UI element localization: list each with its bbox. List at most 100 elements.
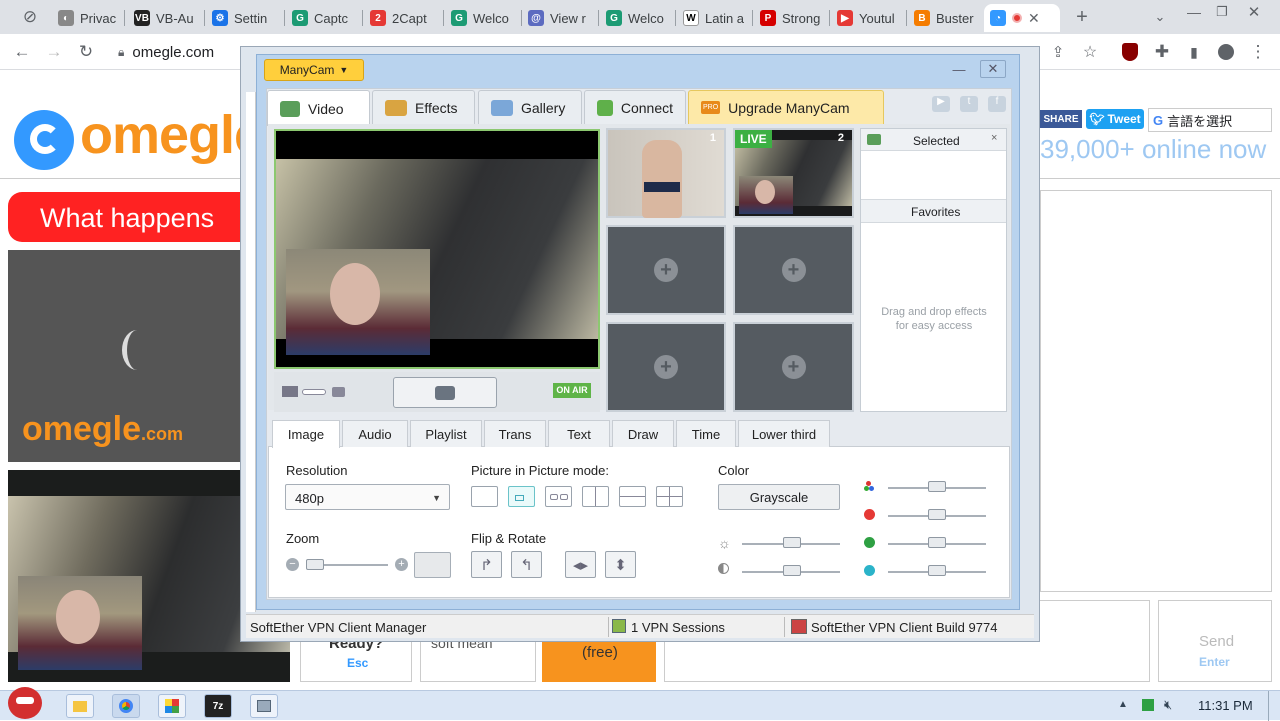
zoom-value-box[interactable]	[414, 552, 451, 578]
share-button[interactable]: SHARE	[1040, 110, 1082, 128]
subtab-time[interactable]: Time	[676, 420, 736, 447]
close-tab-icon[interactable]: ✕	[1028, 10, 1040, 27]
source-slot-2[interactable]: LIVE 2	[733, 128, 854, 218]
pip-corner-button[interactable]	[508, 486, 535, 507]
empty-source-slot[interactable]: +	[733, 225, 854, 315]
tab-captcha[interactable]: G Captc	[286, 4, 360, 32]
ublock-extension-icon[interactable]	[1118, 40, 1142, 64]
send-button[interactable]: Send Enter	[1158, 600, 1272, 682]
mode-toggle[interactable]	[302, 389, 326, 395]
forward-arrow-icon[interactable]: →	[42, 40, 66, 64]
search-tabs-icon[interactable]: ⊘	[18, 5, 42, 29]
empty-source-slot[interactable]: +	[606, 225, 726, 315]
twitter-share-icon[interactable]: t	[960, 96, 978, 112]
share-icon[interactable]: ⇪	[1046, 40, 1070, 64]
zoom-in-icon[interactable]: +	[395, 558, 408, 571]
grayscale-button[interactable]: Grayscale	[718, 484, 840, 510]
show-desktop-button[interactable]	[1268, 691, 1280, 721]
tab-welcome-1[interactable]: G Welco	[445, 4, 519, 32]
tab-search-chevron-icon[interactable]: ⌄	[1148, 5, 1172, 29]
pip-quad-button[interactable]	[656, 486, 683, 507]
saturation-knob[interactable]	[928, 481, 946, 492]
tray-chevron-icon[interactable]: ▲	[1118, 699, 1128, 710]
omegle-banner: What happens	[8, 192, 244, 242]
subtab-image[interactable]: Image	[272, 420, 340, 448]
side-panel-icon[interactable]: ▮	[1182, 40, 1206, 64]
extensions-puzzle-icon[interactable]: ✚	[1150, 40, 1174, 64]
manycam-menu-button[interactable]: ManyCam ▼	[264, 59, 364, 81]
chrome-taskbar-icon[interactable]	[112, 694, 140, 718]
contrast-knob[interactable]	[783, 565, 801, 576]
facebook-share-icon[interactable]: f	[988, 96, 1006, 112]
tweet-button[interactable]: 🐦︎ Tweet	[1086, 109, 1144, 129]
red-knob[interactable]	[928, 509, 946, 520]
tab-video[interactable]: Video	[267, 90, 370, 126]
subtab-lower-third[interactable]: Lower third	[738, 420, 830, 447]
color-label: Color	[718, 463, 750, 478]
rotate-right-button[interactable]: ↱	[471, 551, 502, 578]
close-window-button[interactable]: ✕	[1242, 0, 1266, 24]
tab-gallery[interactable]: Gallery	[478, 90, 582, 124]
zoom-out-icon[interactable]: −	[286, 558, 299, 571]
subtab-audio[interactable]: Audio	[342, 420, 408, 447]
green-knob[interactable]	[928, 537, 946, 548]
subtab-trans[interactable]: Trans	[484, 420, 546, 447]
brightness-knob[interactable]	[783, 537, 801, 548]
tab-view[interactable]: @ View r	[522, 4, 596, 32]
video-camera-icon[interactable]	[282, 386, 298, 397]
volume-muted-icon[interactable]: 🔇︎	[1164, 697, 1172, 713]
subtab-playlist[interactable]: Playlist	[410, 420, 482, 447]
menu-kebab-icon[interactable]: ⋮	[1246, 40, 1270, 64]
flip-vertical-button[interactable]: ⬍	[605, 551, 636, 578]
tab-2captcha[interactable]: 2 2Capt	[364, 4, 442, 32]
tab-omegle[interactable]: ◔ ✕	[984, 4, 1060, 32]
tab-connect[interactable]: Connect	[584, 90, 686, 124]
pip-none-button[interactable]	[471, 486, 498, 507]
start-button-angry-bird-icon[interactable]	[8, 687, 42, 719]
manycam-close-button[interactable]: ✕	[980, 60, 1006, 78]
tab-youtube[interactable]: ▶ Youtul	[831, 4, 905, 32]
pip-vertical-split-button[interactable]	[582, 486, 609, 507]
bookmark-star-icon[interactable]: ☆	[1078, 40, 1102, 64]
tray-vpn-icon[interactable]	[1142, 699, 1154, 711]
file-explorer-icon[interactable]	[66, 694, 94, 718]
new-tab-button[interactable]: +	[1070, 5, 1094, 29]
lock-icon: 🔒︎	[118, 44, 125, 59]
tab-settings[interactable]: ⚙ Settin	[206, 4, 282, 32]
reload-icon[interactable]: ↻	[74, 40, 98, 64]
rotate-left-button[interactable]: ↰	[511, 551, 542, 578]
tab-effects[interactable]: Effects	[372, 90, 475, 124]
tab-privacy[interactable]: ◐ Privac	[52, 4, 122, 32]
zoom-slider-knob[interactable]	[306, 559, 324, 570]
pip-side-by-side-button[interactable]	[545, 486, 572, 507]
photo-camera-icon[interactable]	[332, 387, 345, 397]
tab-strong[interactable]: P Strong	[754, 4, 828, 32]
snapshot-button[interactable]	[393, 377, 497, 408]
pip-horizontal-split-button[interactable]	[619, 486, 646, 507]
subtab-text[interactable]: Text	[548, 420, 610, 447]
source-slot-1[interactable]: 1	[606, 128, 726, 218]
translate-select[interactable]: G 言語を選択	[1148, 108, 1272, 132]
7zip-taskbar-icon[interactable]: 7z	[204, 694, 232, 718]
manycam-taskbar-icon[interactable]	[158, 694, 186, 718]
restore-window-button[interactable]: ❐	[1210, 0, 1234, 24]
recording-icon	[1012, 13, 1022, 23]
back-arrow-icon[interactable]: ←	[10, 40, 34, 64]
empty-source-slot[interactable]: +	[606, 322, 726, 412]
tab-buster[interactable]: B Buster	[908, 4, 982, 32]
flip-horizontal-button[interactable]: ◂▸	[565, 551, 596, 578]
subtab-draw[interactable]: Draw	[612, 420, 674, 447]
manycam-minimize-button[interactable]: —	[948, 62, 970, 78]
close-selected-icon[interactable]: ×	[991, 132, 997, 144]
softether-taskbar-icon[interactable]	[250, 694, 278, 718]
minimize-window-button[interactable]: —	[1182, 0, 1206, 24]
tab-vb-audio[interactable]: VB VB-Au	[128, 4, 202, 32]
blue-knob[interactable]	[928, 565, 946, 576]
tab-welcome-2[interactable]: G Welco	[600, 4, 674, 32]
resolution-select[interactable]: 480p ▼	[285, 484, 450, 510]
empty-source-slot[interactable]: +	[733, 322, 854, 412]
profile-avatar-icon[interactable]	[1214, 40, 1238, 64]
upgrade-manycam-button[interactable]: PRO Upgrade ManyCam	[688, 90, 884, 124]
tab-latin[interactable]: W Latin a	[677, 4, 751, 32]
youtube-share-icon[interactable]: ▶	[932, 96, 950, 112]
